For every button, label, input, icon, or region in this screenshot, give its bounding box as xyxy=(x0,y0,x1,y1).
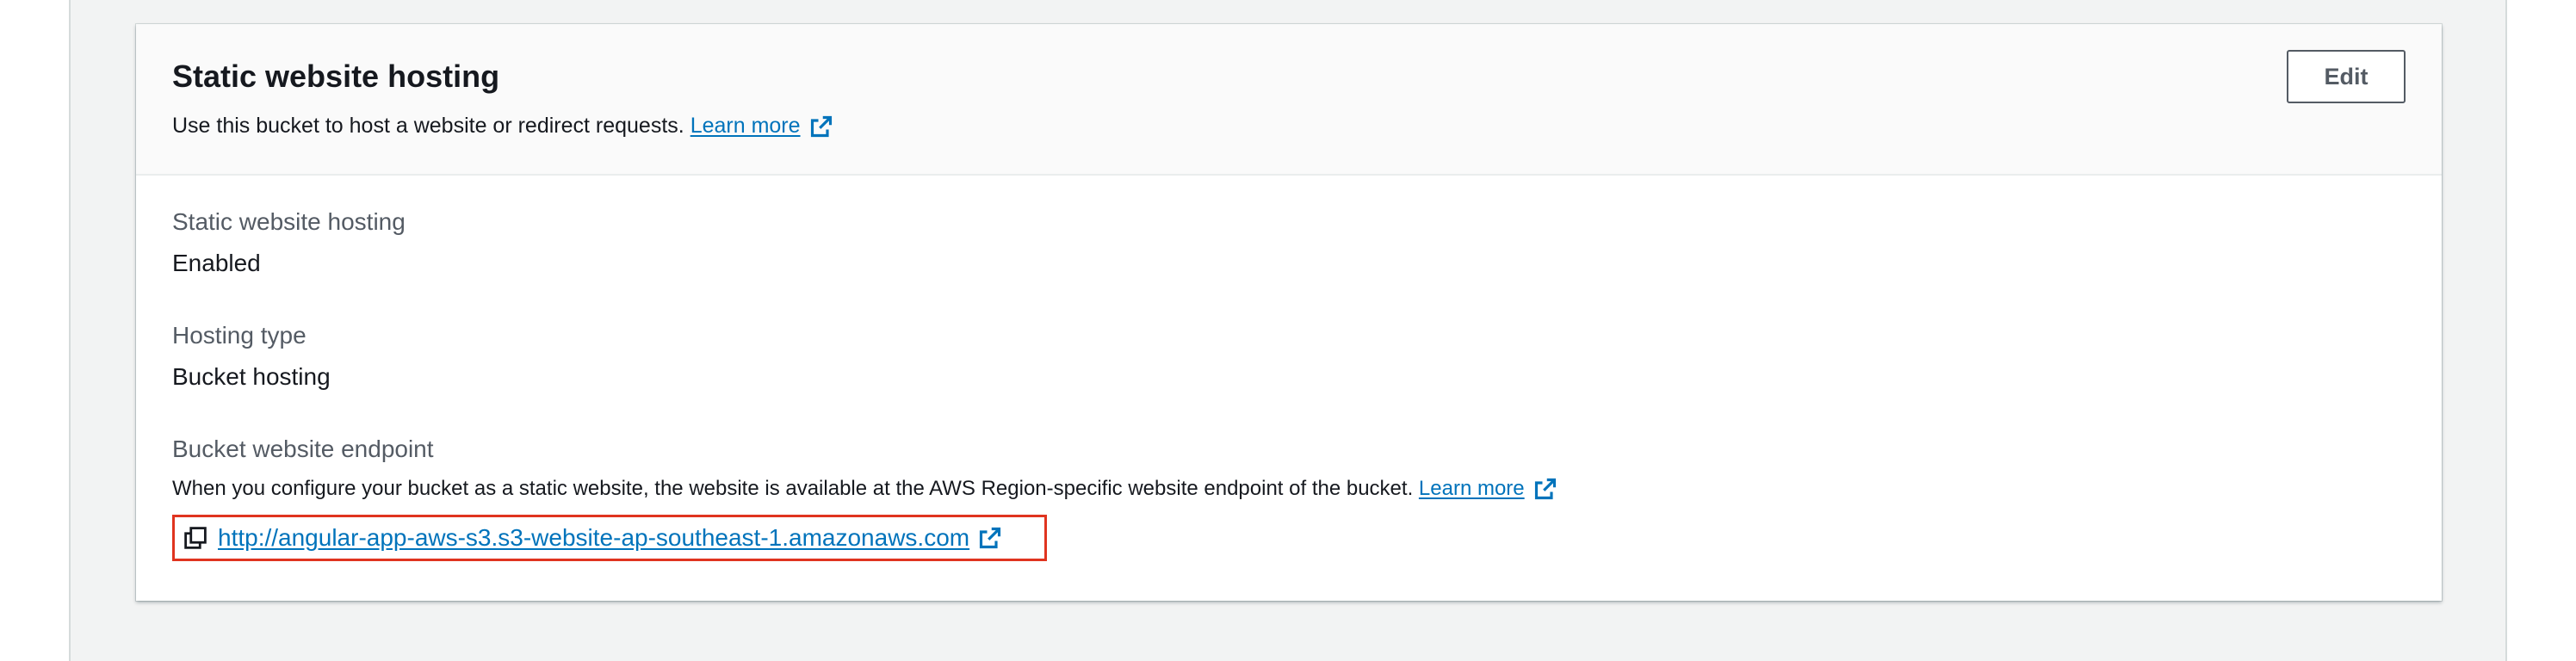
panel-header: Static website hosting Use this bucket t… xyxy=(136,24,2442,176)
external-link-icon[interactable] xyxy=(1533,477,1557,501)
edit-button[interactable]: Edit xyxy=(2287,50,2406,103)
panel-description-text: Use this bucket to host a website or red… xyxy=(172,114,684,138)
hosting-type-label: Hosting type xyxy=(172,322,307,349)
hosting-status-value: Enabled xyxy=(172,250,261,276)
external-link-icon[interactable] xyxy=(978,526,1002,550)
endpoint-description: When you configure your bucket as a stat… xyxy=(172,477,1557,501)
endpoint-description-text: When you configure your bucket as a stat… xyxy=(172,477,1414,500)
panel-title: Static website hosting xyxy=(172,59,500,94)
external-link-icon[interactable] xyxy=(809,114,833,139)
endpoint-label: Bucket website endpoint xyxy=(172,436,434,462)
hosting-type-value: Bucket hosting xyxy=(172,363,331,390)
hosting-status-label: Static website hosting xyxy=(172,208,406,235)
endpoint-learn-more-link[interactable]: Learn more xyxy=(1419,477,1525,501)
learn-more-link[interactable]: Learn more xyxy=(690,114,801,139)
endpoint-url-highlight: http://angular-app-aws-s3.s3-website-ap-… xyxy=(172,515,1047,561)
endpoint-url-link[interactable]: http://angular-app-aws-s3.s3-website-ap-… xyxy=(218,524,969,552)
static-website-hosting-panel: Static website hosting Use this bucket t… xyxy=(136,24,2442,601)
panel-description: Use this bucket to host a website or red… xyxy=(172,114,833,139)
copy-icon[interactable] xyxy=(183,526,207,550)
